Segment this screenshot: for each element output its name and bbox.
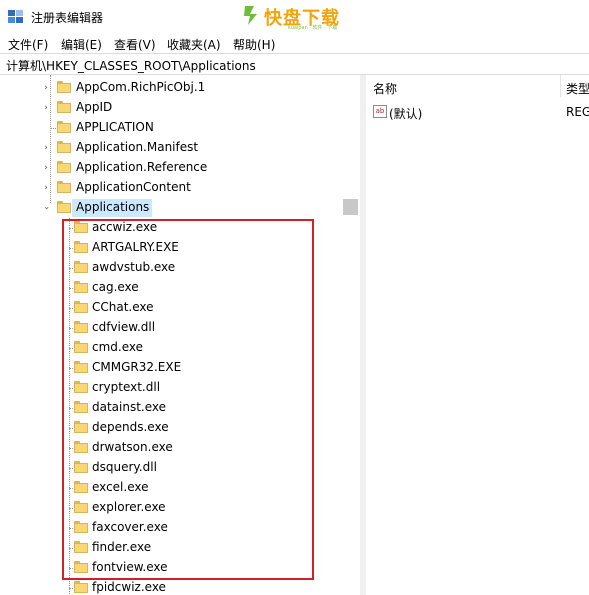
menu-help[interactable]: 帮助(H) xyxy=(233,36,275,53)
tree-item-appcom-richpicobj[interactable]: › AppCom.RichPicObj.1 xyxy=(0,78,340,98)
tree-item-label: Applications xyxy=(76,200,150,214)
menu-view[interactable]: 查看(V) xyxy=(114,36,156,53)
tree-item-label: Application.Manifest xyxy=(76,140,199,154)
tree-item-label: Application.Reference xyxy=(76,160,208,174)
tree-item-label: AppID xyxy=(76,100,113,114)
collapse-chevron-icon[interactable]: › xyxy=(41,203,51,213)
watermark-subtitle: kuaipan · 软件 · 下载 xyxy=(288,25,338,31)
folder-icon xyxy=(57,81,71,93)
tree-child-item[interactable]: fpidcwiz.exe xyxy=(0,578,340,595)
menu-edit[interactable]: 编辑(E) xyxy=(61,36,102,53)
address-bar[interactable]: 计算机\HKEY_CLASSES_ROOT\Applications xyxy=(0,53,589,75)
folder-icon xyxy=(57,141,71,153)
scrollbar-thumb[interactable] xyxy=(343,199,358,215)
expand-chevron-icon[interactable]: › xyxy=(41,163,51,173)
tree-item-label: fpidcwiz.exe xyxy=(92,580,166,594)
tree-item-application-manifest[interactable]: › Application.Manifest xyxy=(0,138,340,158)
menu-bar: 文件(F) 编辑(E) 查看(V) 收藏夹(A) 帮助(H) xyxy=(0,33,589,53)
value-type: REG xyxy=(566,105,589,119)
folder-icon xyxy=(57,161,71,173)
tree-item-appid[interactable]: › AppID xyxy=(0,98,340,118)
column-header-type[interactable]: 类型 xyxy=(566,80,589,97)
tree-item-label: APPLICATION xyxy=(76,120,154,134)
expand-chevron-icon[interactable]: › xyxy=(41,103,51,113)
tree-item-label: AppCom.RichPicObj.1 xyxy=(76,80,206,94)
window-title: 注册表编辑器 xyxy=(31,11,104,25)
watermark-logo: 快盘下载 kuaipan · 软件 · 下载 xyxy=(242,3,352,31)
tree-item-applications[interactable]: › Applications xyxy=(0,198,340,218)
folder-icon xyxy=(57,101,71,113)
tree-item-label: ApplicationContent xyxy=(76,180,191,194)
tree-item-application[interactable]: APPLICATION xyxy=(0,118,340,138)
folder-icon xyxy=(74,581,88,593)
folder-icon xyxy=(57,181,71,193)
registry-editor-icon xyxy=(8,10,23,23)
tree-item-application-reference[interactable]: › Application.Reference xyxy=(0,158,340,178)
title-bar: 注册表编辑器 快盘下载 kuaipan · 软件 · 下载 xyxy=(0,0,589,33)
column-divider[interactable] xyxy=(560,75,561,97)
expand-chevron-icon[interactable]: › xyxy=(41,183,51,193)
menu-favorites[interactable]: 收藏夹(A) xyxy=(167,36,221,53)
expand-chevron-icon[interactable]: › xyxy=(41,143,51,153)
folder-icon xyxy=(57,121,71,133)
address-path[interactable]: 计算机\HKEY_CLASSES_ROOT\Applications xyxy=(6,57,256,74)
tree-scrollbar[interactable] xyxy=(342,75,359,595)
highlight-box xyxy=(62,219,314,580)
watermark-glyph xyxy=(244,6,257,25)
expand-chevron-icon[interactable]: › xyxy=(41,83,51,93)
menu-file[interactable]: 文件(F) xyxy=(8,36,48,53)
tree-item-applicationcontent[interactable]: › ApplicationContent xyxy=(0,178,340,198)
string-value-icon: ab xyxy=(373,105,387,118)
folder-icon xyxy=(57,201,71,213)
values-pane: 名称 类型 ab (默认) REG xyxy=(366,75,589,595)
tree-guide-line xyxy=(50,128,56,129)
column-header-name[interactable]: 名称 xyxy=(373,80,397,97)
value-name[interactable]: (默认) xyxy=(389,105,422,122)
